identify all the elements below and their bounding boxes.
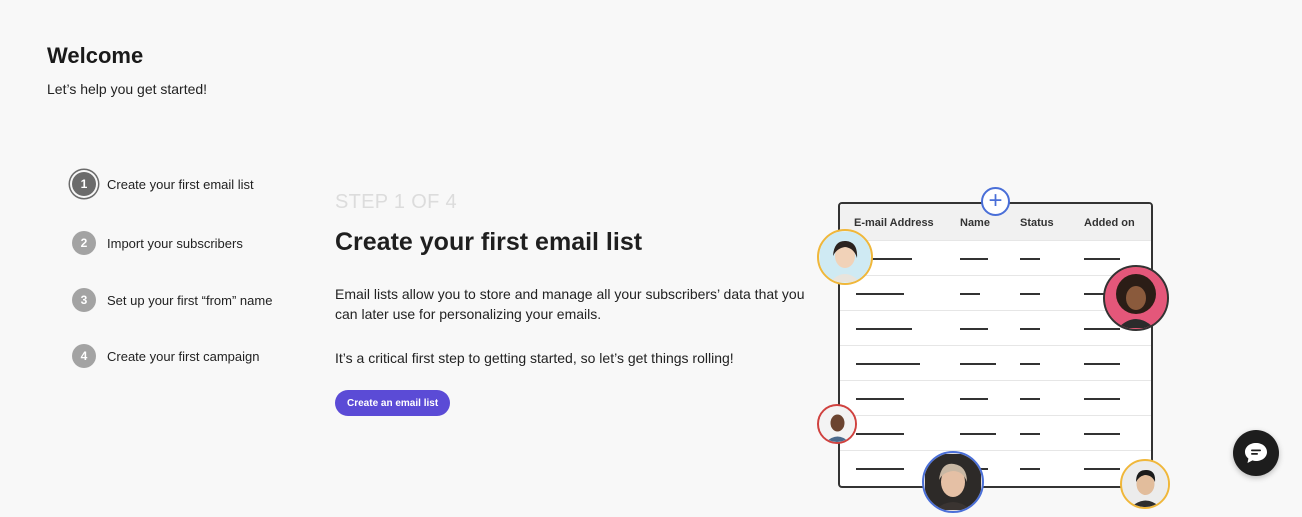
placeholder-dash [1084, 468, 1120, 470]
placeholder-dash [1084, 363, 1120, 365]
table-row [840, 310, 1151, 345]
step-label: Create your first campaign [107, 348, 260, 364]
step-description: Email lists allow you to store and manag… [335, 286, 805, 322]
avatar [817, 404, 857, 444]
column-header: Status [1020, 217, 1054, 229]
placeholder-dash [1020, 293, 1040, 295]
chat-bubble-icon [1245, 443, 1267, 463]
step-label: Set up your first “from” name [107, 292, 273, 308]
table-row [840, 240, 1151, 275]
email-list-illustration: E-mail Address Name Status Added on + [810, 180, 1180, 517]
person-avatar-icon [925, 454, 981, 510]
placeholder-dash [1020, 363, 1040, 365]
person-avatar-icon [1106, 268, 1166, 328]
step-number-badge: 2 [72, 231, 96, 255]
step-number-badge: 1 [72, 172, 96, 196]
placeholder-dash [856, 328, 912, 330]
placeholder-dash [1020, 468, 1040, 470]
table-row [840, 450, 1151, 485]
placeholder-dash [960, 258, 988, 260]
placeholder-dash [1084, 433, 1120, 435]
create-email-list-button[interactable]: Create an email list [335, 390, 451, 416]
step-item-1[interactable]: 1 Create your first email list [72, 171, 302, 197]
placeholder-dash [960, 398, 988, 400]
table-row [840, 345, 1151, 380]
placeholder-dash [1084, 398, 1120, 400]
placeholder-dash [960, 433, 996, 435]
step-item-3[interactable]: 3 Set up your first “from” name [72, 287, 302, 313]
step-title: Create your first email list [335, 228, 643, 256]
placeholder-dash [1084, 328, 1120, 330]
step-counter: STEP 1 OF 4 [335, 191, 457, 213]
placeholder-dash [1020, 433, 1040, 435]
avatar [1103, 265, 1169, 331]
chat-widget-button[interactable] [1233, 430, 1279, 476]
step-label: Import your subscribers [107, 235, 243, 251]
placeholder-dash [856, 293, 904, 295]
placeholder-dash [856, 398, 904, 400]
person-avatar-icon [1122, 461, 1168, 507]
placeholder-dash [960, 293, 980, 295]
placeholder-dash [1084, 258, 1120, 260]
step-note: It’s a critical first step to getting st… [335, 350, 734, 366]
table-row [840, 380, 1151, 415]
table-row [840, 415, 1151, 450]
avatar [922, 451, 984, 513]
step-number-badge: 3 [72, 288, 96, 312]
placeholder-dash [856, 468, 904, 470]
add-row-icon: + [981, 187, 1010, 216]
avatar [817, 229, 873, 285]
person-avatar-icon [819, 406, 855, 442]
placeholder-dash [1020, 258, 1040, 260]
placeholder-dash [856, 363, 920, 365]
page-title: Welcome [47, 43, 144, 68]
placeholder-dash [1020, 398, 1040, 400]
placeholder-dash [960, 363, 996, 365]
placeholder-dash [1020, 328, 1040, 330]
step-number-badge: 4 [72, 344, 96, 368]
column-header: E-mail Address [854, 217, 934, 229]
page-subtitle: Let’s help you get started! [47, 81, 208, 97]
column-header: Name [960, 217, 990, 229]
avatar [1120, 459, 1170, 509]
step-item-2[interactable]: 2 Import your subscribers [72, 230, 302, 256]
illustration-table: E-mail Address Name Status Added on [838, 202, 1153, 488]
placeholder-dash [856, 433, 904, 435]
placeholder-dash [960, 328, 988, 330]
step-item-4[interactable]: 4 Create your first campaign [72, 343, 302, 369]
step-label: Create your first email list [107, 176, 254, 192]
person-avatar-icon [820, 232, 870, 282]
column-header: Added on [1084, 217, 1135, 229]
